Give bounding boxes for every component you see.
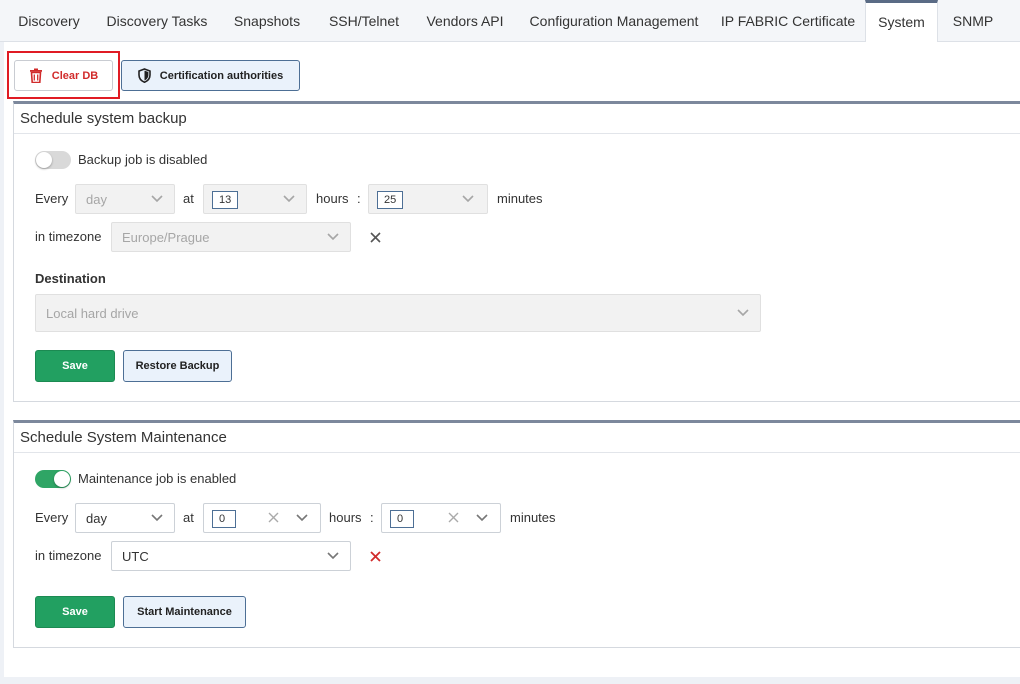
backup-timezone-label: in timezone — [35, 229, 102, 244]
backup-at-label: at — [183, 191, 194, 206]
backup-save-button[interactable]: Save — [35, 350, 115, 382]
certification-authorities-label: Certification authorities — [159, 69, 284, 82]
maintenance-hours-select[interactable]: 0 — [203, 503, 321, 533]
backup-job-toggle[interactable] — [35, 151, 71, 169]
tab-bar: Discovery Discovery Tasks Snapshots SSH/… — [0, 0, 1020, 43]
clear-icon[interactable] — [268, 512, 279, 523]
chevron-down-icon — [476, 514, 488, 522]
tab-configuration-management[interactable]: Configuration Management — [522, 0, 706, 42]
destination-select[interactable]: Local hard drive — [35, 294, 761, 332]
maintenance-section-title: Schedule System Maintenance — [20, 429, 227, 446]
chevron-down-icon — [296, 514, 308, 522]
chevron-down-icon — [327, 233, 339, 241]
divider — [14, 133, 1020, 134]
restore-backup-button[interactable]: Restore Backup — [123, 350, 232, 382]
backup-minutes-label: minutes — [497, 191, 543, 206]
backup-hours-select[interactable]: 13 — [203, 184, 307, 214]
tab-ip-fabric-certificate[interactable]: IP FABRIC Certificate — [716, 0, 860, 42]
maintenance-at-label: at — [183, 510, 194, 525]
maintenance-every-label: Every — [35, 510, 69, 525]
backup-minutes-select[interactable]: 25 — [368, 184, 488, 214]
chevron-down-icon — [151, 195, 163, 203]
maintenance-timezone-label: in timezone — [35, 548, 102, 563]
destination-value: Local hard drive — [46, 306, 139, 321]
tab-discovery-tasks[interactable]: Discovery Tasks — [98, 0, 216, 42]
maintenance-hours-value: 0 — [212, 510, 236, 528]
maintenance-timezone-select[interactable]: UTC — [111, 541, 351, 571]
backup-timezone-value: Europe/Prague — [122, 230, 210, 245]
maintenance-minutes-label: minutes — [510, 510, 556, 525]
maintenance-hours-label: hours — [329, 510, 362, 525]
maintenance-toggle-label: Maintenance job is enabled — [78, 471, 237, 486]
backup-timezone-select[interactable]: Europe/Prague — [111, 222, 351, 252]
backup-minutes-value: 25 — [377, 191, 404, 209]
shield-icon — [137, 68, 151, 83]
clear-timezone-icon[interactable] — [370, 232, 381, 243]
certification-authorities-button[interactable]: Certification authorities — [121, 60, 300, 91]
backup-hours-value: 13 — [212, 191, 239, 209]
backup-period-value: day — [86, 192, 107, 207]
divider — [14, 452, 1020, 453]
tab-snapshots[interactable]: Snapshots — [224, 0, 310, 42]
backup-colon: : — [357, 191, 361, 206]
backup-toggle-label: Backup job is disabled — [78, 152, 208, 167]
tab-vendors-api[interactable]: Vendors API — [418, 0, 512, 42]
backup-section-title: Schedule system backup — [20, 110, 187, 127]
maintenance-job-toggle[interactable] — [35, 470, 71, 488]
maintenance-period-value: day — [86, 511, 107, 526]
clear-db-label: Clear DB — [51, 69, 99, 82]
trash-icon — [29, 68, 42, 83]
maintenance-minutes-value: 0 — [390, 510, 414, 528]
tab-system[interactable]: System — [865, 0, 938, 43]
clear-db-button[interactable]: Clear DB — [14, 60, 113, 91]
clear-timezone-icon[interactable] — [370, 551, 381, 562]
maintenance-save-button[interactable]: Save — [35, 596, 115, 628]
start-maintenance-button[interactable]: Start Maintenance — [123, 596, 246, 628]
chevron-down-icon — [737, 309, 749, 317]
chevron-down-icon — [327, 552, 339, 560]
tab-discovery[interactable]: Discovery — [8, 0, 90, 42]
maintenance-timezone-value: UTC — [122, 549, 149, 564]
backup-hours-label: hours — [316, 191, 349, 206]
clear-icon[interactable] — [448, 512, 459, 523]
destination-label: Destination — [35, 271, 106, 286]
tab-snmp[interactable]: SNMP — [945, 0, 1001, 42]
maintenance-minutes-select[interactable]: 0 — [381, 503, 501, 533]
chevron-down-icon — [283, 195, 295, 203]
chevron-down-icon — [462, 195, 474, 203]
backup-period-select[interactable]: day — [75, 184, 175, 214]
maintenance-colon: : — [370, 510, 374, 525]
tab-ssh-telnet[interactable]: SSH/Telnet — [318, 0, 410, 42]
maintenance-period-select[interactable]: day — [75, 503, 175, 533]
backup-every-label: Every — [35, 191, 69, 206]
chevron-down-icon — [151, 514, 163, 522]
